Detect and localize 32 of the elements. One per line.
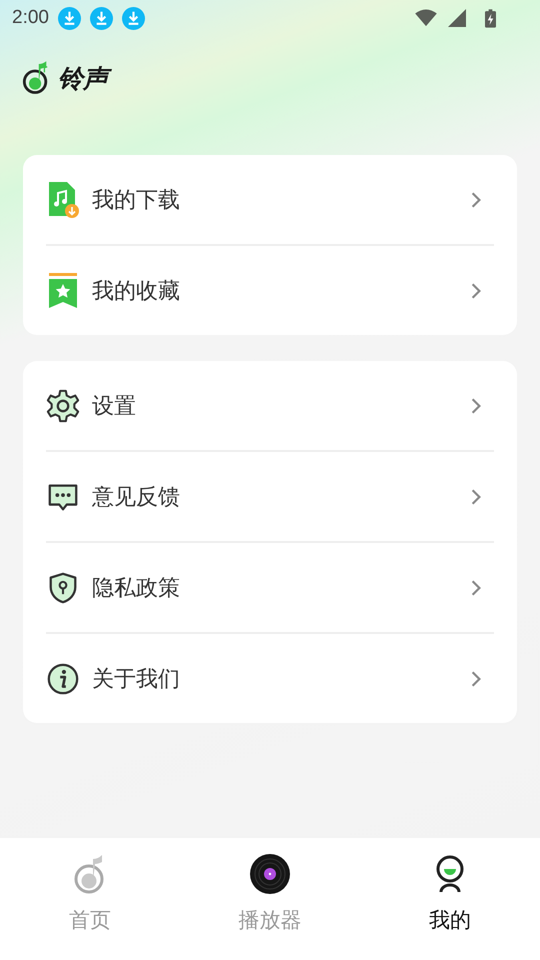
menu-label: 关于我们 (92, 666, 181, 694)
download-notification-icon (122, 6, 145, 30)
download-notification-icon (58, 6, 81, 30)
chevron-right-icon (470, 190, 482, 208)
menu-label: 我的下载 (92, 186, 181, 214)
menu-item[interactable]: 意见反馈 (46, 452, 494, 541)
menu-item[interactable]: 我的下载 (46, 155, 494, 244)
menu-item[interactable]: 我的收藏 (46, 246, 494, 335)
music-file-download-icon (46, 182, 80, 218)
chevron-right-icon (470, 396, 482, 414)
battery-icon (485, 8, 496, 28)
chevron-right-icon (470, 282, 482, 300)
chevron-right-icon (470, 578, 482, 596)
menu-label: 隐私政策 (92, 574, 181, 602)
vinyl-record-icon (250, 854, 290, 894)
chevron-right-icon (470, 670, 482, 688)
menu-label: 我的收藏 (92, 278, 181, 306)
menu-item[interactable]: 设置 (46, 361, 494, 450)
wifi-icon (415, 9, 437, 27)
chevron-right-icon (470, 488, 482, 506)
menu-item[interactable]: 隐私政策 (46, 543, 494, 632)
menu-label: 意见反馈 (92, 484, 181, 512)
settings-icon (46, 388, 80, 424)
info-icon (46, 660, 80, 696)
status-time: 2:00 (12, 7, 49, 29)
signal-icon (446, 9, 468, 27)
download-notification-icon (90, 6, 113, 30)
menu-label: 设置 (92, 392, 137, 420)
nav-tab[interactable]: 我的 (360, 838, 540, 960)
menu-item[interactable]: 关于我们 (46, 634, 494, 723)
music-note-logo-icon (22, 61, 50, 95)
bookmark-star-icon (46, 272, 80, 308)
